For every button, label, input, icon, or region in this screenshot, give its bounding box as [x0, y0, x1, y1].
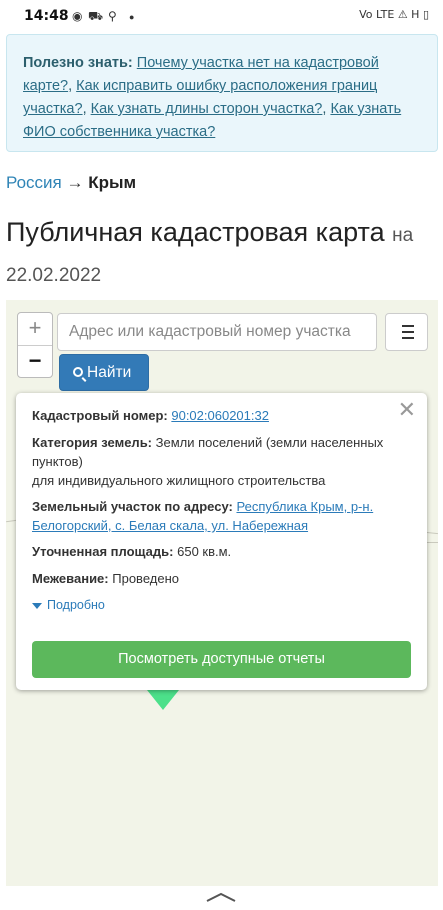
address-row: Земельный участок по адресу: Республика … [32, 497, 402, 535]
cadastral-label: Кадастровый номер: [32, 408, 168, 423]
zoom-control: + − [17, 312, 53, 378]
survey-row: Межевание: Проведено [32, 569, 402, 588]
info-link-side-lengths[interactable]: Как узнать длины сторон участка? [91, 101, 323, 117]
page-title-block: Публичная кадастровая карта на 22.02.202… [6, 214, 442, 294]
dot-icon: ● [129, 12, 135, 22]
info-label: Полезно знать: [23, 55, 133, 71]
find-button-label: Найти [87, 364, 132, 381]
address-label: Земельный участок по адресу: [32, 499, 233, 514]
search-icon [73, 367, 83, 377]
details-toggle[interactable]: Подробно [32, 598, 105, 612]
breadcrumb-russia[interactable]: Россия [6, 173, 62, 192]
breadcrumb: Россия → Крым [6, 173, 136, 193]
breadcrumb-crimea: Крым [88, 173, 137, 192]
menu-button[interactable] [385, 313, 428, 351]
menu-icon-line [402, 331, 414, 333]
parcel-popup: ✕ Кадастровый номер: 90:02:060201:32 Кат… [16, 393, 427, 690]
page-title: Публичная кадастровая карта [6, 217, 385, 247]
breadcrumb-separator: → [66, 173, 84, 192]
menu-icon [402, 325, 414, 327]
menu-icon-line [402, 337, 414, 339]
category-row: Категория земель: Земли поселений (земли… [32, 433, 402, 490]
status-right-icons: Vo LTE ⚠ H ▯ [359, 8, 429, 21]
category-label: Категория земель: [32, 435, 153, 450]
find-button[interactable]: Найти [59, 354, 149, 391]
category-use: для индивидуального жилищного строительс… [32, 473, 326, 488]
search-input[interactable]: Адрес или кадастровый номер участка [57, 313, 377, 351]
chevron-up-icon[interactable] [206, 892, 236, 902]
cadastral-row: Кадастровый номер: 90:02:060201:32 [32, 406, 402, 425]
view-reports-button[interactable]: Посмотреть доступные отчеты [32, 641, 411, 678]
status-bar: 14:48 ◉ ⛟ ⚲ ● Vo LTE ⚠ H ▯ [0, 0, 443, 32]
page-date: 22.02.2022 [6, 265, 102, 286]
status-time: 14:48 [24, 8, 69, 24]
walk-icon: ⚲ [108, 9, 117, 23]
info-box: Полезно знать: Почему участка нет на кад… [6, 34, 438, 152]
area-label: Уточненная площадь: [32, 544, 174, 559]
car-icon: ⛟ [88, 9, 104, 23]
system-nav-bar [0, 886, 443, 910]
zoom-in-button[interactable]: + [18, 313, 52, 345]
cadastral-number-link[interactable]: 90:02:060201:32 [171, 408, 269, 423]
area-row: Уточненная площадь: 650 кв.м. [32, 542, 402, 561]
caret-down-icon [32, 602, 42, 609]
details-label: Подробно [47, 598, 105, 612]
area-value: 650 кв.м. [177, 544, 232, 559]
survey-value: Проведено [112, 571, 179, 586]
zoom-out-button[interactable]: − [18, 345, 52, 377]
survey-label: Межевание: [32, 571, 109, 586]
page-date-prefix: на [392, 225, 414, 246]
gallery-icon: ◉ [72, 9, 83, 23]
